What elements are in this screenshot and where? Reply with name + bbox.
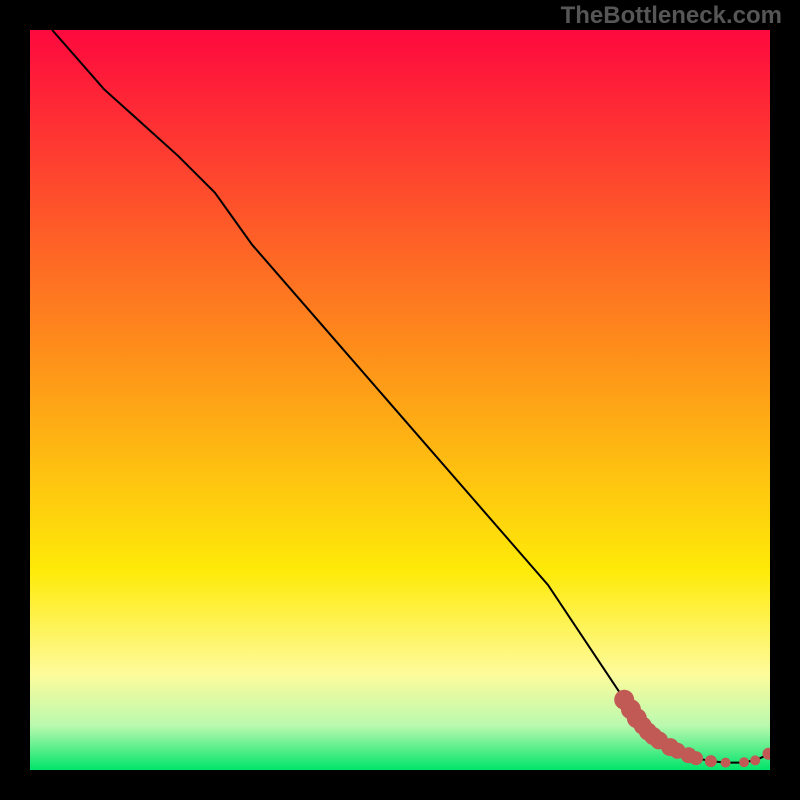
chart-plot-area [30,30,770,770]
data-marker [705,755,717,767]
data-marker [689,751,703,765]
data-marker [739,757,749,767]
gradient-background [30,30,770,770]
chart-frame: TheBottleneck.com [0,0,800,800]
data-marker [721,758,731,768]
watermark-text: TheBottleneck.com [561,2,782,30]
data-marker [750,755,760,765]
chart-svg [30,30,770,770]
